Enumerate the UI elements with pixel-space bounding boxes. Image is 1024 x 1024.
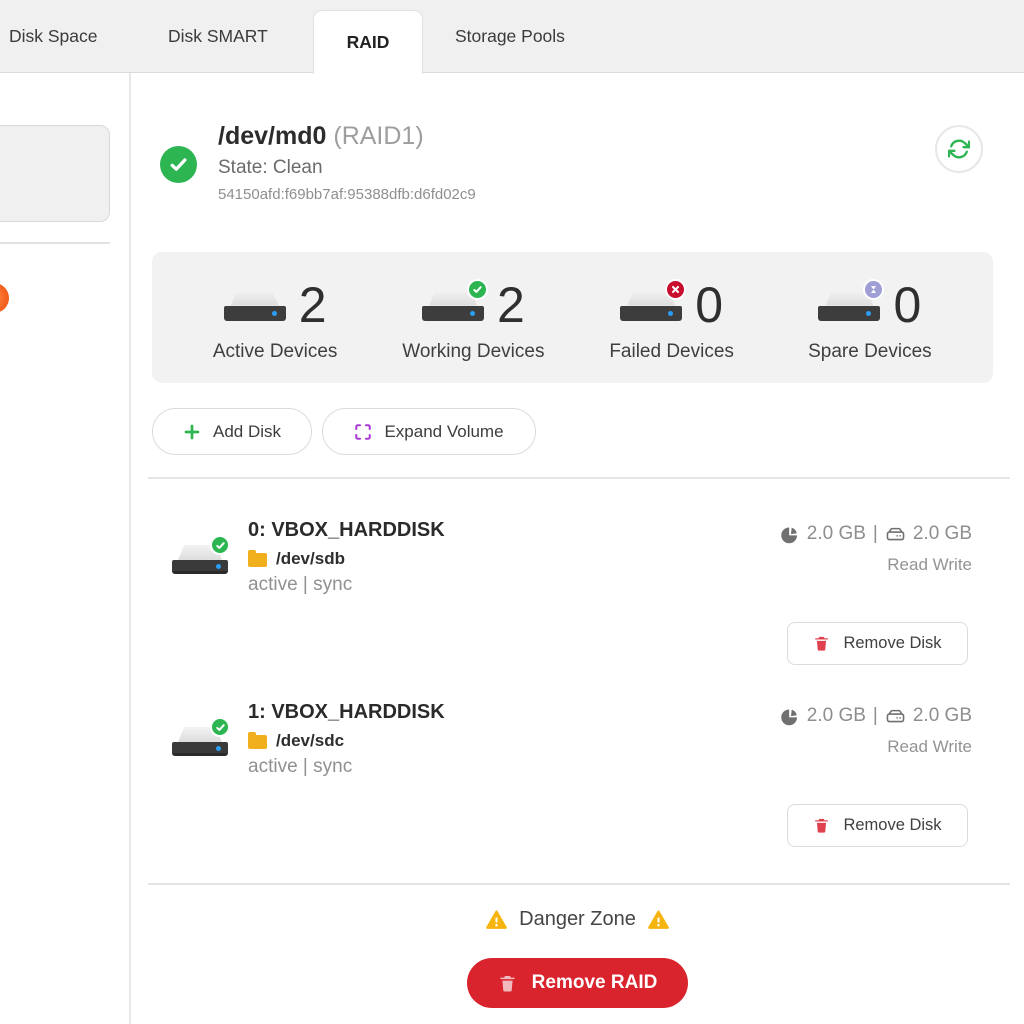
- trash-icon: [813, 817, 830, 834]
- danger-zone-divider: [148, 883, 1010, 885]
- disk-used: 2.0 GB: [807, 705, 866, 727]
- disk-row: 1: VBOX_HARDDISK /dev/sdc active | sync …: [0, 687, 1024, 857]
- trash-icon: [498, 974, 517, 993]
- hard-drive-icon: [422, 290, 484, 321]
- raid-level: (RAID1): [333, 122, 423, 150]
- stat-label: Spare Devices: [808, 341, 932, 363]
- hard-drive-icon: [224, 290, 286, 321]
- disk-used: 2.0 GB: [807, 523, 866, 545]
- hard-drive-icon: [818, 290, 880, 321]
- cross-badge-icon: [665, 279, 686, 300]
- check-badge-icon: [467, 279, 488, 300]
- stat-failed-devices: 0 Failed Devices: [573, 252, 771, 383]
- disk-path: /dev/sdc: [276, 731, 344, 751]
- raid-title: /dev/md0(RAID1): [218, 122, 424, 151]
- danger-action-area: Remove RAID: [131, 958, 1024, 1008]
- pie-chart-icon: [779, 706, 800, 727]
- raid-stats-panel: 2 Active Devices 2 Working Devices: [152, 252, 993, 383]
- disk-path-row: /dev/sdb: [248, 549, 345, 569]
- disk-mode: Read Write: [887, 737, 972, 757]
- hard-drive-outline-icon: [885, 706, 906, 727]
- disk-size: 2.0 GB: [913, 523, 972, 545]
- tab-storage-pools[interactable]: Storage Pools: [455, 0, 565, 73]
- stat-value: 0: [695, 280, 723, 330]
- disk-status: active | sync: [248, 574, 352, 596]
- disk-list-divider: [148, 477, 1010, 479]
- stat-value: 2: [299, 280, 327, 330]
- sidebar-orange-indicator: [0, 283, 9, 313]
- hourglass-badge-icon: [863, 279, 884, 300]
- raid-management-screen: Disk Space Disk SMART RAID Storage Pools…: [0, 0, 1024, 1024]
- tab-disk-smart[interactable]: Disk SMART: [168, 0, 268, 73]
- stat-spare-devices: 0 Spare Devices: [771, 252, 969, 383]
- expand-icon: [354, 423, 372, 441]
- stat-value: 0: [893, 280, 921, 330]
- remove-disk-button[interactable]: Remove Disk: [787, 622, 968, 665]
- tab-raid[interactable]: RAID: [313, 10, 423, 74]
- warning-icon: [485, 908, 508, 931]
- stat-label: Active Devices: [213, 341, 338, 363]
- add-disk-button[interactable]: Add Disk: [152, 408, 312, 455]
- raid-uuid: 54150afd:f69bb7af:95388dfb:d6fd02c9: [218, 186, 476, 203]
- sidebar-device-card[interactable]: [0, 125, 110, 222]
- disk-title: 1: VBOX_HARDDISK: [248, 701, 445, 724]
- hard-drive-icon: [172, 727, 228, 756]
- disk-path-row: /dev/sdc: [248, 731, 344, 751]
- raid-state: State: Clean: [218, 157, 323, 179]
- tab-bar: Disk Space Disk SMART RAID Storage Pools: [0, 0, 1024, 73]
- danger-zone-label: Danger Zone: [519, 908, 636, 931]
- trash-icon: [813, 635, 830, 652]
- disk-title: 0: VBOX_HARDDISK: [248, 519, 445, 542]
- plus-icon: [183, 423, 201, 441]
- folder-icon: [248, 735, 267, 749]
- add-disk-label: Add Disk: [213, 422, 281, 442]
- sidebar-divider: [0, 242, 110, 244]
- stat-label: Working Devices: [402, 341, 544, 363]
- hard-drive-outline-icon: [885, 524, 906, 545]
- check-badge-icon: [210, 717, 230, 737]
- remove-disk-label: Remove Disk: [843, 634, 941, 653]
- refresh-button[interactable]: [935, 125, 983, 173]
- disk-capacity-row: 2.0 GB | 2.0 GB: [779, 523, 972, 545]
- remove-raid-button[interactable]: Remove RAID: [467, 958, 689, 1008]
- disk-status: active | sync: [248, 756, 352, 778]
- stat-value: 2: [497, 280, 525, 330]
- stat-working-devices: 2 Working Devices: [374, 252, 572, 383]
- danger-zone-heading: Danger Zone: [131, 908, 1024, 931]
- expand-volume-button[interactable]: Expand Volume: [322, 408, 536, 455]
- check-badge-icon: [210, 535, 230, 555]
- refresh-icon: [948, 138, 970, 160]
- disk-size: 2.0 GB: [913, 705, 972, 727]
- disk-path: /dev/sdb: [276, 549, 345, 569]
- pie-chart-icon: [779, 524, 800, 545]
- disk-row: 0: VBOX_HARDDISK /dev/sdb active | sync …: [0, 505, 1024, 675]
- remove-disk-label: Remove Disk: [843, 816, 941, 835]
- raid-device-name: /dev/md0: [218, 122, 326, 150]
- hard-drive-icon: [620, 290, 682, 321]
- capacity-separator: |: [873, 705, 878, 727]
- stat-active-devices: 2 Active Devices: [176, 252, 374, 383]
- stat-label: Failed Devices: [609, 341, 734, 363]
- warning-icon: [647, 908, 670, 931]
- expand-volume-label: Expand Volume: [384, 422, 503, 442]
- tab-disk-space[interactable]: Disk Space: [9, 0, 98, 73]
- hard-drive-icon: [172, 545, 228, 574]
- disk-capacity-row: 2.0 GB | 2.0 GB: [779, 705, 972, 727]
- disk-mode: Read Write: [887, 555, 972, 575]
- capacity-separator: |: [873, 523, 878, 545]
- folder-icon: [248, 553, 267, 567]
- remove-raid-label: Remove RAID: [532, 972, 658, 994]
- raid-status-ok-icon: [160, 146, 197, 183]
- remove-disk-button[interactable]: Remove Disk: [787, 804, 968, 847]
